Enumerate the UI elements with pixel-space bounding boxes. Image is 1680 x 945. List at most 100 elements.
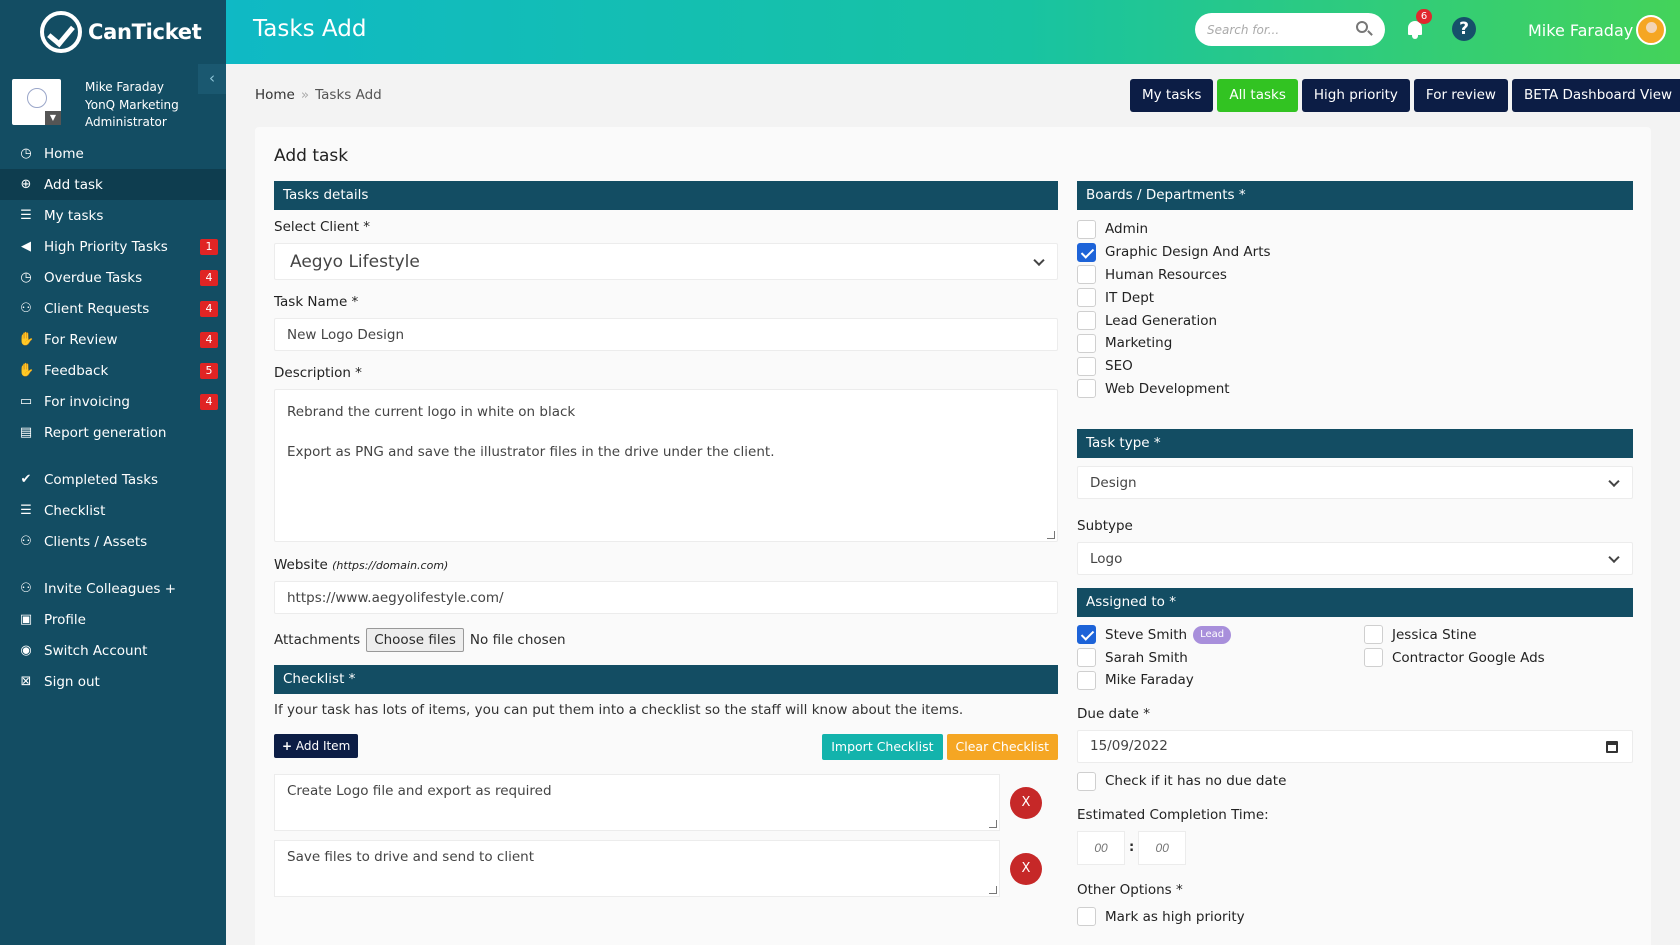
- breadcrumb: Home » Tasks Add: [255, 87, 382, 103]
- choose-files-button[interactable]: Choose files: [366, 628, 464, 652]
- assignee-checkbox[interactable]: [1364, 625, 1383, 645]
- user-menu-name[interactable]: Mike Faraday: [1528, 21, 1633, 40]
- due-date-input[interactable]: 15/09/2022: [1077, 729, 1633, 763]
- sidebar-item-high-priority-tasks[interactable]: ◀ High Priority Tasks 1: [0, 231, 226, 262]
- user-avatar[interactable]: [1636, 15, 1666, 45]
- task-type-header: Task type *: [1077, 429, 1633, 459]
- no-due-date-option[interactable]: Check if it has no due date: [1077, 770, 1633, 793]
- sidebar-item-label: Home: [44, 145, 84, 162]
- board-option[interactable]: Web Development: [1077, 378, 1633, 401]
- assignee-checkbox[interactable]: [1077, 648, 1096, 668]
- estimated-hours-input[interactable]: [1077, 830, 1125, 865]
- sidebar-item-add-task[interactable]: ⊕ Add task: [0, 169, 226, 200]
- brand-logo[interactable]: CanTicket: [0, 0, 226, 64]
- board-option[interactable]: Marketing: [1077, 332, 1633, 355]
- assignee-checkbox[interactable]: [1077, 670, 1096, 690]
- sidebar-item-for-invoicing[interactable]: ▭ For invoicing 4: [0, 386, 226, 417]
- high-priority-checkbox[interactable]: [1077, 907, 1096, 927]
- sidebar-item-home[interactable]: ◷ Home: [0, 138, 226, 169]
- board-checkbox[interactable]: [1077, 356, 1096, 376]
- board-option[interactable]: Lead Generation: [1077, 309, 1633, 332]
- estimated-minutes-input[interactable]: [1138, 830, 1187, 865]
- website-input[interactable]: https://www.aegyolifestyle.com/: [274, 581, 1058, 614]
- assignee-checkbox[interactable]: [1364, 648, 1383, 668]
- assignee-label: Contractor Google Ads: [1392, 649, 1545, 666]
- sidebar-item-profile[interactable]: ▣ Profile: [0, 604, 226, 635]
- beta-dashboard-tab[interactable]: BETA Dashboard View: [1511, 79, 1680, 112]
- sidebar-item-sign-out[interactable]: ⊠ Sign out: [0, 666, 226, 697]
- checklist-item-input[interactable]: Create Logo file and export as required: [274, 774, 1000, 831]
- my-tasks-tab[interactable]: My tasks: [1130, 79, 1214, 112]
- remove-checklist-item-button[interactable]: X: [1010, 786, 1042, 819]
- all-tasks-tab[interactable]: All tasks: [1217, 79, 1298, 112]
- sidebar-item-checklist[interactable]: ☰ Checklist: [0, 495, 226, 526]
- import-checklist-button[interactable]: Import Checklist: [822, 734, 943, 760]
- for-review-tab[interactable]: For review: [1413, 79, 1508, 112]
- task-name-label: Task Name *: [274, 294, 359, 310]
- checklist-item: Create Logo file and export as required …: [274, 774, 1058, 831]
- company-avatar[interactable]: ▼: [12, 79, 61, 125]
- list-icon: ☰: [20, 503, 32, 518]
- board-option[interactable]: IT Dept: [1077, 286, 1633, 309]
- checklist-item: Save files to drive and send to client X: [274, 840, 1058, 897]
- sidebar-item-completed-tasks[interactable]: ✔ Completed Tasks: [0, 464, 226, 495]
- high-priority-tab[interactable]: High priority: [1301, 79, 1410, 112]
- task-type-value: Design: [1090, 474, 1137, 491]
- sidebar-item-for-review[interactable]: ✋ For Review 4: [0, 324, 226, 355]
- description-label: Description *: [274, 365, 362, 381]
- sidebar-item-feedback[interactable]: ✋ Feedback 5: [0, 355, 226, 386]
- high-priority-option[interactable]: Mark as high priority: [1077, 906, 1633, 929]
- sidebar-item-switch-account[interactable]: ◉ Switch Account: [0, 635, 226, 666]
- resize-handle-icon[interactable]: [1047, 531, 1055, 539]
- breadcrumb-home-link[interactable]: Home: [255, 87, 295, 103]
- description-textarea[interactable]: Rebrand the current logo in white on bla…: [274, 389, 1058, 542]
- help-icon[interactable]: ?: [1452, 17, 1476, 41]
- board-option[interactable]: Graphic Design And Arts: [1077, 241, 1633, 264]
- resize-handle-icon[interactable]: [989, 886, 997, 894]
- assignee-option[interactable]: Steve Smith Lead: [1077, 623, 1364, 646]
- collapse-sidebar-icon[interactable]: ‹: [198, 64, 226, 94]
- count-badge: 4: [200, 332, 218, 348]
- assignee-option[interactable]: Mike Faraday: [1077, 669, 1364, 692]
- sidebar-item-my-tasks[interactable]: ☰ My tasks: [0, 200, 226, 231]
- task-name-input[interactable]: New Logo Design: [274, 318, 1058, 351]
- sidebar-item-invite-colleagues[interactable]: ⚇ Invite Colleagues +: [0, 573, 226, 604]
- add-item-button[interactable]: + Add Item: [274, 734, 359, 758]
- board-option[interactable]: Admin: [1077, 218, 1633, 241]
- sidebar-item-overdue-tasks[interactable]: ◷ Overdue Tasks 4: [0, 262, 226, 293]
- checklist-item-input[interactable]: Save files to drive and send to client: [274, 840, 1000, 897]
- sidebar-item-clients-assets[interactable]: ⚇ Clients / Assets: [0, 526, 226, 557]
- description-line: Export as PNG and save the illustrator f…: [287, 444, 775, 460]
- sidebar-item-report-generation[interactable]: ▤ Report generation: [0, 417, 226, 448]
- page-heading: Tasks Add: [253, 16, 367, 42]
- board-checkbox[interactable]: [1077, 333, 1096, 353]
- no-file-text: No file chosen: [469, 632, 566, 648]
- search-icon[interactable]: [1356, 21, 1368, 33]
- resize-handle-icon[interactable]: [989, 820, 997, 828]
- calendar-icon[interactable]: [1606, 740, 1618, 753]
- task-type-select[interactable]: Design: [1077, 466, 1633, 500]
- assignee-option[interactable]: Sarah Smith: [1077, 646, 1364, 669]
- board-checkbox[interactable]: [1077, 219, 1096, 239]
- board-checkbox[interactable]: [1077, 288, 1096, 308]
- client-select[interactable]: Aegyo Lifestyle: [274, 243, 1058, 280]
- client-select-value: Aegyo Lifestyle: [290, 251, 420, 272]
- client-label: Select Client *: [274, 219, 371, 235]
- caret-down-icon[interactable]: ▼: [45, 111, 61, 125]
- assignee-option[interactable]: Jessica Stine: [1364, 623, 1624, 646]
- sidebar-item-client-requests[interactable]: ⚇ Client Requests 4: [0, 293, 226, 324]
- assignee-checkbox[interactable]: [1077, 625, 1096, 645]
- assignee-option[interactable]: Contractor Google Ads: [1364, 646, 1624, 669]
- board-checkbox[interactable]: [1077, 242, 1096, 262]
- board-checkbox[interactable]: [1077, 311, 1096, 331]
- attachments-row: Attachments Choose files No file chosen: [274, 628, 1058, 652]
- no-due-date-checkbox[interactable]: [1077, 771, 1096, 791]
- subtype-select[interactable]: Logo: [1077, 542, 1633, 576]
- board-option[interactable]: Human Resources: [1077, 264, 1633, 287]
- board-checkbox[interactable]: [1077, 379, 1096, 399]
- clear-checklist-button[interactable]: Clear Checklist: [946, 734, 1058, 760]
- board-option[interactable]: SEO: [1077, 355, 1633, 378]
- count-badge: 5: [200, 363, 218, 379]
- board-checkbox[interactable]: [1077, 265, 1096, 285]
- remove-checklist-item-button[interactable]: X: [1010, 852, 1042, 885]
